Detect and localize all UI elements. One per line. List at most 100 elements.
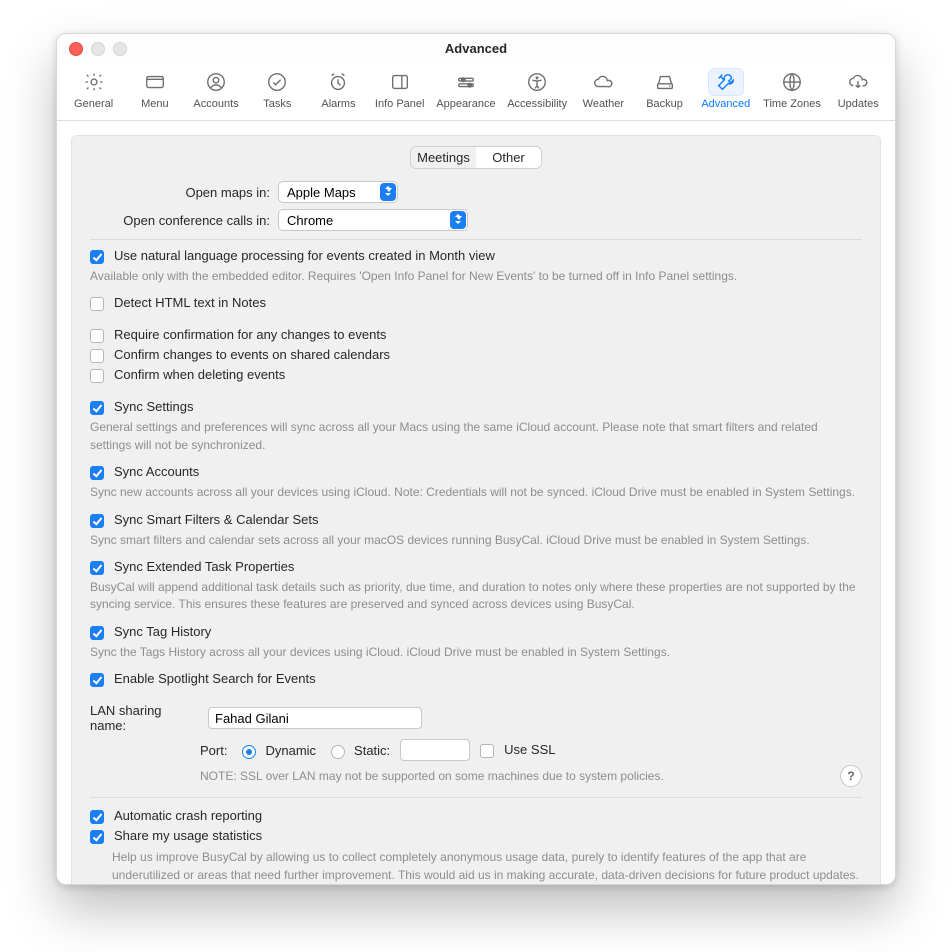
- toolbar-timezones[interactable]: Time Zones: [757, 66, 827, 112]
- toolbar-advanced[interactable]: Advanced: [696, 66, 756, 112]
- open-conf-select-control[interactable]: Chrome: [278, 209, 468, 231]
- usage-stats-checkbox[interactable]: [90, 830, 104, 844]
- close-button[interactable]: [69, 42, 83, 56]
- toolbar-label: Alarms: [308, 98, 368, 110]
- content: Meetings Other Open maps in: Apple Maps …: [57, 121, 895, 884]
- open-maps-select-control[interactable]: Apple Maps: [278, 181, 398, 203]
- open-conf-select[interactable]: Chrome: [278, 209, 468, 231]
- divider: [90, 239, 862, 240]
- toolbar-accounts[interactable]: Accounts: [186, 66, 246, 112]
- toolbar-label: Backup: [635, 98, 695, 110]
- toolbar-appearance[interactable]: Appearance: [431, 66, 501, 112]
- require-confirmation-checkbox[interactable]: [90, 329, 104, 343]
- sync-smart-checkbox[interactable]: [90, 514, 104, 528]
- sync-tags-row[interactable]: Sync Tag History: [90, 624, 862, 640]
- minimize-button[interactable]: [91, 42, 105, 56]
- divider: [90, 797, 862, 798]
- toolbar-menu[interactable]: Menu: [125, 66, 185, 112]
- settings-panel: Meetings Other Open maps in: Apple Maps …: [71, 135, 881, 884]
- confirm-deleting-checkbox[interactable]: [90, 369, 104, 383]
- open-maps-select[interactable]: Apple Maps: [278, 181, 398, 203]
- lan-name-input[interactable]: [208, 707, 422, 729]
- crash-reporting-checkbox[interactable]: [90, 810, 104, 824]
- toolbar-backup[interactable]: Backup: [635, 66, 695, 112]
- sync-settings-checkbox[interactable]: [90, 401, 104, 415]
- port-static-input[interactable]: [400, 739, 470, 761]
- confirm-shared-checkbox[interactable]: [90, 349, 104, 363]
- toolbar-infopanel[interactable]: Info Panel: [370, 66, 430, 112]
- confirm-shared-label: Confirm changes to events on shared cale…: [114, 347, 390, 362]
- sync-tags-hint: Sync the Tags History across all your de…: [90, 644, 862, 661]
- sync-accounts-checkbox[interactable]: [90, 466, 104, 480]
- toolbar-weather[interactable]: Weather: [573, 66, 633, 112]
- gear-icon: [77, 69, 111, 95]
- detect-html-row[interactable]: Detect HTML text in Notes: [90, 295, 862, 311]
- toolbar-label: Advanced: [696, 98, 756, 110]
- port-static-row[interactable]: Static:: [326, 742, 390, 759]
- nlp-checkbox-row[interactable]: Use natural language processing for even…: [90, 248, 862, 264]
- ssl-note: NOTE: SSL over LAN may not be supported …: [200, 769, 664, 783]
- spotlight-row[interactable]: Enable Spotlight Search for Events: [90, 671, 862, 687]
- detect-html-checkbox[interactable]: [90, 297, 104, 311]
- port-dynamic-radio[interactable]: [242, 745, 256, 759]
- nlp-checkbox[interactable]: [90, 250, 104, 264]
- download-cloud-icon: [841, 69, 875, 95]
- usage-stats-row[interactable]: Share my usage statistics: [90, 828, 862, 844]
- usage-stats-hint: Help us improve BusyCal by allowing us t…: [112, 848, 862, 884]
- toolbar-alarms[interactable]: Alarms: [308, 66, 368, 112]
- preferences-window: Advanced General Menu Accounts Tasks: [56, 33, 896, 885]
- toolbar-general[interactable]: General: [64, 66, 124, 112]
- toolbar-label: Accounts: [186, 98, 246, 110]
- spotlight-checkbox[interactable]: [90, 673, 104, 687]
- subtabs: Meetings Other: [410, 146, 542, 169]
- toolbar-accessibility[interactable]: Accessibility: [502, 66, 572, 112]
- sync-accounts-row[interactable]: Sync Accounts: [90, 464, 862, 480]
- sync-settings-row[interactable]: Sync Settings: [90, 399, 862, 415]
- window-title: Advanced: [445, 41, 507, 56]
- use-ssl-row[interactable]: Use SSL: [480, 742, 555, 758]
- open-conf-label: Open conference calls in:: [90, 213, 278, 228]
- sync-tags-label: Sync Tag History: [114, 624, 211, 639]
- toolbar-label: Accessibility: [502, 98, 572, 110]
- confirm-shared-row[interactable]: Confirm changes to events on shared cale…: [90, 347, 862, 363]
- titlebar: Advanced: [57, 34, 895, 62]
- require-confirmation-row[interactable]: Require confirmation for any changes to …: [90, 327, 862, 343]
- sync-extended-label: Sync Extended Task Properties: [114, 559, 294, 574]
- port-static-label: Static:: [354, 743, 390, 758]
- port-dynamic-row[interactable]: Dynamic: [237, 742, 316, 759]
- tab-other[interactable]: Other: [476, 147, 541, 168]
- confirm-deleting-row[interactable]: Confirm when deleting events: [90, 367, 862, 383]
- toolbar-tasks[interactable]: Tasks: [247, 66, 307, 112]
- sync-tags-checkbox[interactable]: [90, 626, 104, 640]
- sync-extended-checkbox[interactable]: [90, 561, 104, 575]
- toolbar-label: Time Zones: [757, 98, 827, 110]
- checkmark-icon: [260, 69, 294, 95]
- use-ssl-label: Use SSL: [504, 742, 555, 757]
- sync-extended-hint: BusyCal will append additional task deta…: [90, 579, 862, 614]
- sync-accounts-hint: Sync new accounts across all your device…: [90, 484, 862, 501]
- account-icon: [199, 69, 233, 95]
- port-label: Port:: [200, 743, 227, 758]
- zoom-button[interactable]: [113, 42, 127, 56]
- sync-extended-row[interactable]: Sync Extended Task Properties: [90, 559, 862, 575]
- confirm-deleting-label: Confirm when deleting events: [114, 367, 285, 382]
- help-button[interactable]: ?: [840, 765, 862, 787]
- toolbar-label: Menu: [125, 98, 185, 110]
- use-ssl-checkbox[interactable]: [480, 744, 494, 758]
- crash-reporting-row[interactable]: Automatic crash reporting: [90, 808, 862, 824]
- window-controls: [69, 42, 127, 56]
- sync-smart-row[interactable]: Sync Smart Filters & Calendar Sets: [90, 512, 862, 528]
- tools-icon: [708, 68, 744, 96]
- globe-icon: [775, 69, 809, 95]
- toolbar-label: Weather: [573, 98, 633, 110]
- toolbar-label: Tasks: [247, 98, 307, 110]
- menubar-icon: [138, 69, 172, 95]
- tab-meetings[interactable]: Meetings: [411, 147, 476, 168]
- spotlight-label: Enable Spotlight Search for Events: [114, 671, 316, 686]
- sync-smart-hint: Sync smart filters and calendar sets acr…: [90, 532, 862, 549]
- sliders-icon: [449, 69, 483, 95]
- crash-reporting-label: Automatic crash reporting: [114, 808, 262, 823]
- toolbar-label: Info Panel: [370, 98, 430, 110]
- toolbar-updates[interactable]: Updates: [828, 66, 888, 112]
- port-static-radio[interactable]: [331, 745, 345, 759]
